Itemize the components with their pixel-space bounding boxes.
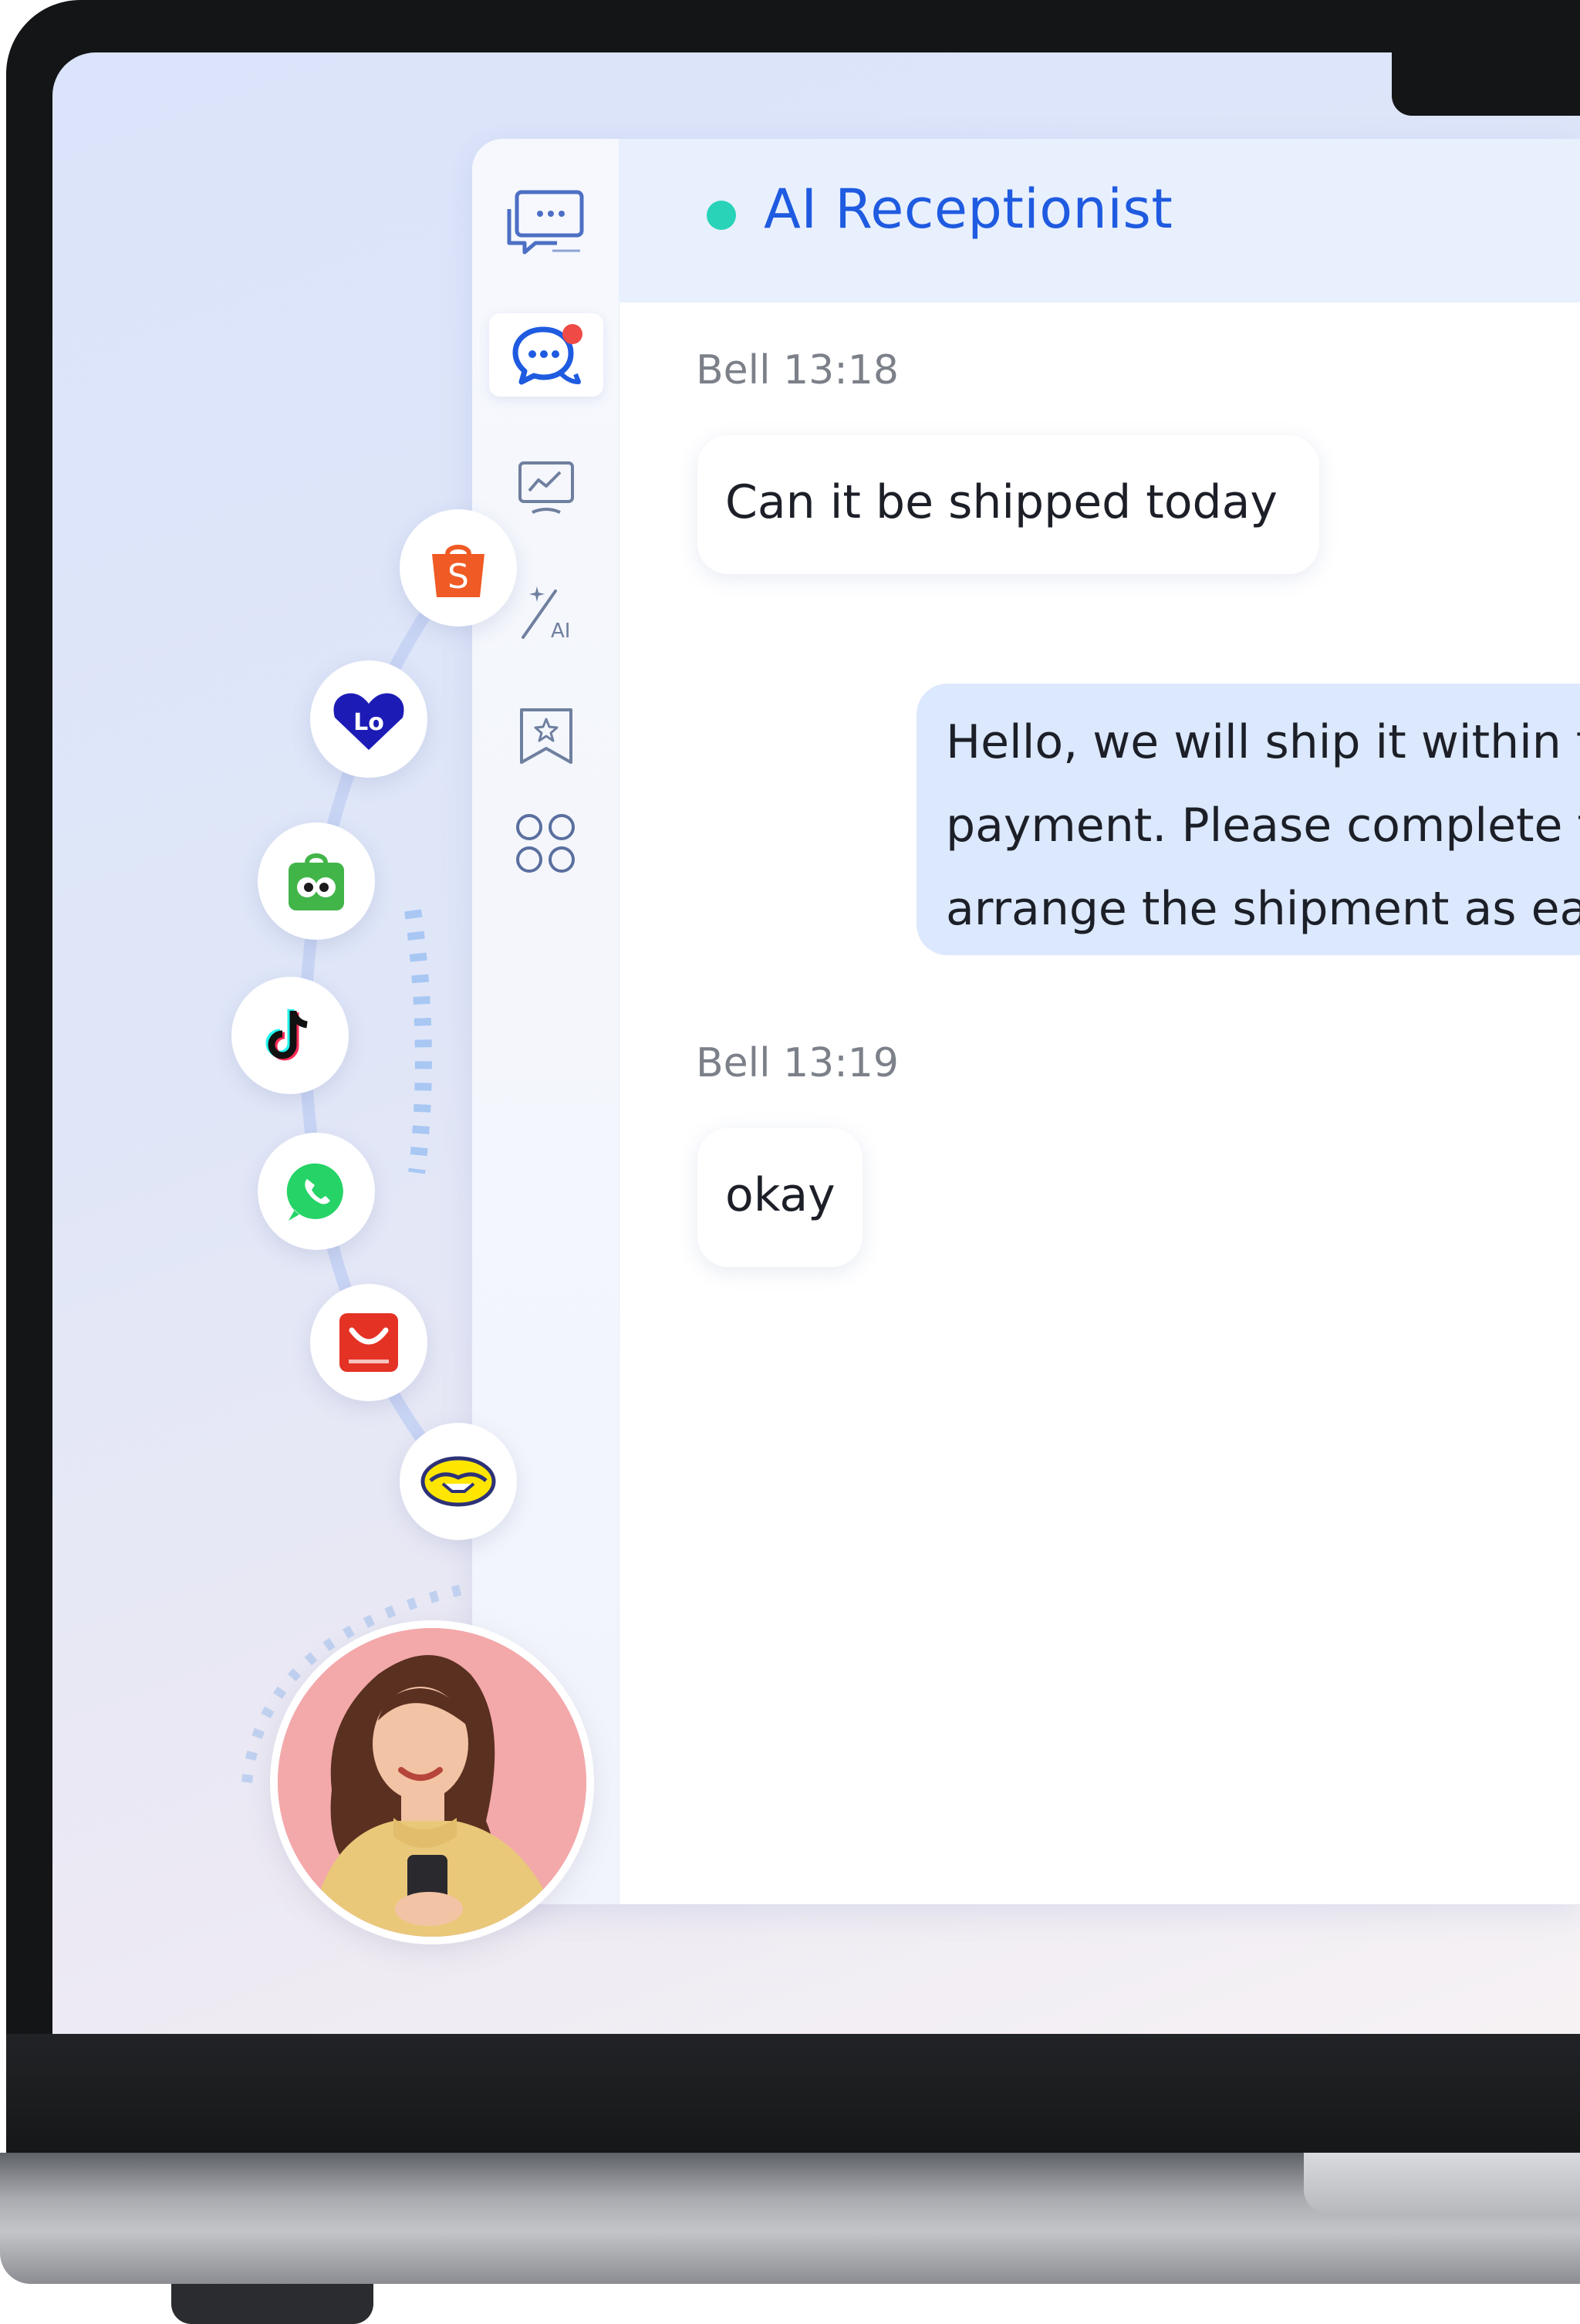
laptop-bottom-bezel <box>6 2034 1580 2153</box>
whatsapp-icon <box>286 1163 343 1221</box>
platform-aliexpress-button[interactable] <box>310 1284 427 1401</box>
message-bubble-incoming[interactable]: Can it be shipped today <box>697 435 1319 574</box>
messages-icon <box>512 324 582 385</box>
message-text: okay <box>725 1168 836 1222</box>
tokopedia-icon <box>289 853 344 910</box>
message-bubble-outgoing[interactable]: Hello, we will ship it within t payment.… <box>917 684 1580 955</box>
bookmark-star-icon <box>520 708 572 764</box>
message-text-line: payment. Please complete t <box>946 799 1580 853</box>
unread-badge <box>562 324 582 344</box>
camera-notch <box>1392 48 1580 116</box>
message-text-line: arrange the shipment as ea <box>946 882 1580 936</box>
message-text-line: Hello, we will ship it within t <box>946 715 1580 769</box>
platform-tiktok-button[interactable] <box>231 977 349 1094</box>
message-bubble-incoming[interactable]: okay <box>697 1128 863 1267</box>
ai-magic-icon: AI <box>522 586 570 643</box>
svg-text:S: S <box>447 557 469 596</box>
svg-text:Lo: Lo <box>353 709 384 736</box>
message-meta: Bell 13:18 <box>696 347 899 394</box>
app-window: AI AI Receptionist Bell 13:18 Can it be … <box>472 139 1580 1904</box>
platform-tokopedia-button[interactable] <box>258 823 375 940</box>
message-meta: Bell 13:19 <box>696 1040 899 1086</box>
sidebar-item-messages[interactable] <box>489 313 603 397</box>
message-text: Can it be shipped today <box>725 475 1278 529</box>
customer-avatar <box>278 1628 586 1937</box>
apps-grid-icon <box>516 814 575 873</box>
lazada-icon: Lo <box>333 693 404 750</box>
laptop-foot <box>171 2284 373 2324</box>
sidebar-item-chat-console[interactable] <box>489 179 603 262</box>
mercado-libre-icon <box>420 1456 496 1507</box>
shopee-icon: S <box>432 545 484 597</box>
platform-mercadolibre-button[interactable] <box>400 1423 517 1540</box>
laptop-trackpad-lip <box>1304 2153 1580 2213</box>
sidebar-item-favorites[interactable] <box>489 694 603 778</box>
svg-text:AI: AI <box>551 620 570 643</box>
chat-title: AI Receptionist <box>764 177 1173 241</box>
chat-header: AI Receptionist <box>619 139 1580 302</box>
platform-shopee-button[interactable]: S <box>400 509 517 627</box>
sidebar-item-apps[interactable] <box>489 802 603 886</box>
analytics-icon <box>518 461 574 514</box>
customer-photo-illustration <box>278 1628 586 1937</box>
online-status-dot <box>707 201 736 230</box>
platform-whatsapp-button[interactable] <box>258 1133 375 1250</box>
chat-screen-icon <box>507 190 584 255</box>
platform-lazada-button[interactable]: Lo <box>310 660 427 778</box>
aliexpress-icon <box>339 1313 398 1372</box>
sidebar: AI <box>472 139 620 1904</box>
tiktok-icon <box>265 1009 308 1061</box>
sidebar-item-analytics[interactable] <box>489 448 603 531</box>
